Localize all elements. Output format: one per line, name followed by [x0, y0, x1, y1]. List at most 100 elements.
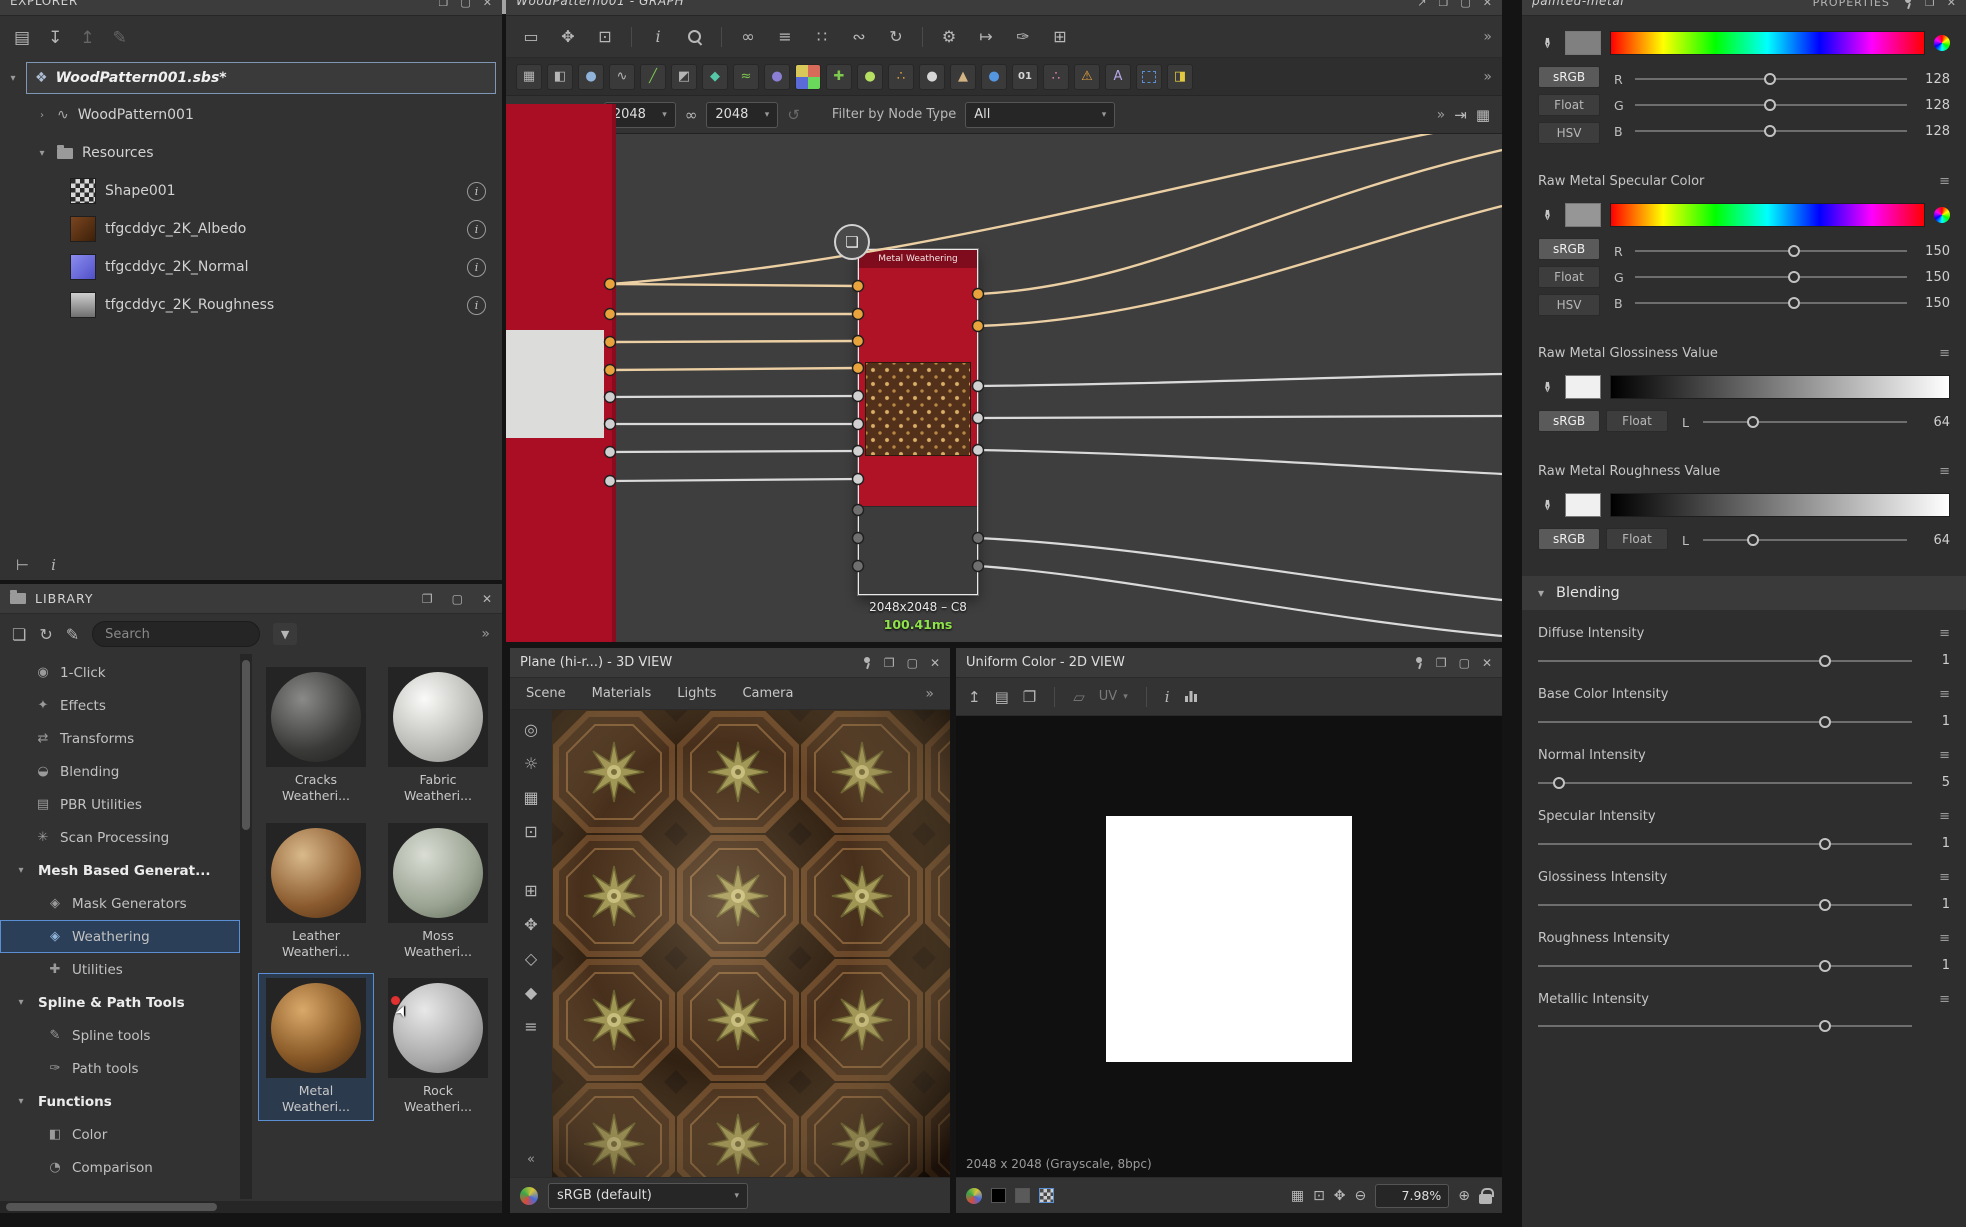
- float-window-icon[interactable]: ❐: [422, 592, 433, 606]
- grayscale-gradient-bar[interactable]: [1610, 375, 1950, 399]
- graph-canvas[interactable]: Metal Weathering ❏ 2048x2048 – C8 100.41…: [506, 134, 1502, 642]
- info-icon[interactable]: i: [467, 220, 486, 239]
- channel-slider[interactable]: [1635, 124, 1907, 138]
- category-scan-processing[interactable]: ✳Scan Processing: [0, 821, 240, 854]
- slider-handle[interactable]: [1819, 1020, 1831, 1032]
- category-effects[interactable]: ✦Effects: [0, 689, 240, 722]
- layout-graph-icon[interactable]: ∷: [807, 22, 837, 52]
- category-spline-tools[interactable]: ✎Spline tools: [0, 1019, 240, 1052]
- slider-handle[interactable]: [1819, 838, 1831, 850]
- parameter-menu-icon[interactable]: ≡: [1939, 809, 1950, 824]
- hsv-mode-button[interactable]: HSV: [1538, 294, 1600, 316]
- category-mask-generators[interactable]: ◈Mask Generators: [0, 887, 240, 920]
- detach-window-icon[interactable]: ↗: [1417, 0, 1426, 9]
- category-group-mesh-based[interactable]: ▾Mesh Based Generat...: [0, 854, 240, 887]
- slider-handle[interactable]: [1819, 960, 1831, 972]
- category-group-spline-path[interactable]: ▾Spline & Path Tools: [0, 986, 240, 1019]
- connect-nodes-icon[interactable]: ∾: [844, 22, 874, 52]
- close-window-icon[interactable]: ✕: [1483, 0, 1492, 9]
- pin-icon[interactable]: [1413, 657, 1424, 669]
- uv-grid-icon[interactable]: ⊞: [524, 881, 537, 900]
- colorspace-select[interactable]: sRGB (default): [548, 1183, 748, 1209]
- channel-slider[interactable]: [1703, 415, 1907, 429]
- export-icon[interactable]: ↥: [80, 28, 94, 48]
- node-info-icon[interactable]: i: [643, 22, 673, 52]
- category-path-tools[interactable]: ✑Path tools: [0, 1052, 240, 1085]
- display-settings-icon[interactable]: ⊡: [524, 822, 537, 841]
- hue-gradient-bar[interactable]: [1610, 203, 1925, 227]
- category-group-functions[interactable]: ▾Functions: [0, 1085, 240, 1118]
- color-wheel-icon[interactable]: [1934, 207, 1950, 223]
- align-nodes-icon[interactable]: ≡: [770, 22, 800, 52]
- material-icon[interactable]: [520, 1187, 538, 1205]
- tree-item-graph[interactable]: › ∿ WoodPattern001: [0, 96, 502, 134]
- float-mode-button[interactable]: Float: [1606, 528, 1668, 550]
- slider-track[interactable]: [1538, 1019, 1912, 1033]
- refresh-icon[interactable]: ↻: [39, 625, 52, 644]
- package-row[interactable]: ▾ ❖ WoodPattern001.sbs*: [6, 60, 496, 96]
- save-icon[interactable]: ▤: [14, 28, 30, 48]
- slider-track[interactable]: [1538, 837, 1912, 851]
- import-icon[interactable]: ↧: [48, 28, 62, 48]
- slider-handle[interactable]: [1747, 416, 1759, 428]
- library-titlebar[interactable]: LIBRARY ❐ ▢ ✕: [0, 584, 502, 614]
- close-window-icon[interactable]: ✕: [1482, 656, 1492, 670]
- parameter-menu-icon[interactable]: ≡: [1939, 174, 1950, 189]
- geometry-icon[interactable]: ◆: [525, 983, 537, 1002]
- 3d-viewport[interactable]: [552, 710, 950, 1177]
- text-node-icon[interactable]: A: [1105, 64, 1131, 90]
- category-color[interactable]: ◧Color: [0, 1118, 240, 1151]
- zoom-level-input[interactable]: [1375, 1184, 1449, 1208]
- spline-scatter-node-icon[interactable]: ∴: [1043, 64, 1069, 90]
- lock-zoom-icon[interactable]: [1479, 1194, 1492, 1204]
- eyedropper-icon[interactable]: ✒: [1538, 496, 1556, 514]
- category-1-click[interactable]: ◉1-Click: [0, 656, 240, 689]
- export-outputs-icon[interactable]: ↦: [971, 22, 1001, 52]
- category-transforms[interactable]: ⇄Transforms: [0, 722, 240, 755]
- slider-handle[interactable]: [1819, 716, 1831, 728]
- float-window-icon[interactable]: ❐: [884, 656, 895, 670]
- parameter-menu-icon[interactable]: ≡: [1939, 748, 1950, 763]
- maximize-window-icon[interactable]: ▢: [1460, 0, 1470, 9]
- hsl-node-icon[interactable]: ≈: [733, 64, 759, 90]
- float-window-icon[interactable]: ❐: [1925, 0, 1935, 9]
- zoom-in-icon[interactable]: ⊕: [1458, 1188, 1470, 1204]
- grid-snap-icon[interactable]: ⊞: [1045, 22, 1075, 52]
- overflow-chevrons-icon[interactable]: »: [1437, 107, 1446, 123]
- maximize-window-icon[interactable]: ▢: [452, 592, 463, 606]
- parameter-menu-icon[interactable]: ≡: [1939, 346, 1950, 361]
- color-swatch[interactable]: [1565, 203, 1601, 227]
- channel-slider[interactable]: [1635, 296, 1907, 310]
- info-icon[interactable]: i: [467, 258, 486, 277]
- channel-slider[interactable]: [1635, 98, 1907, 112]
- color-wheel-icon[interactable]: [1934, 35, 1950, 51]
- pin-icon[interactable]: [1902, 0, 1913, 9]
- eyedropper-icon[interactable]: ✒: [1538, 206, 1556, 224]
- expand-caret-icon[interactable]: ›: [36, 110, 48, 121]
- overflow-chevrons-icon[interactable]: »: [1483, 29, 1492, 45]
- 3d-view-titlebar[interactable]: Plane (hi-r...) - 3D VIEW ❐ ▢ ✕: [510, 648, 950, 678]
- asset-leather-weathering[interactable]: LeatherWeatheri...: [258, 818, 374, 966]
- slider-handle[interactable]: [1788, 245, 1800, 257]
- tree-item-resources[interactable]: ▾ Resources: [0, 134, 502, 172]
- slider-track[interactable]: [1538, 654, 1912, 668]
- pin-icon[interactable]: [861, 657, 872, 669]
- menu-materials[interactable]: Materials: [592, 686, 652, 701]
- information-icon[interactable]: i: [1165, 688, 1170, 706]
- close-window-icon[interactable]: ✕: [1947, 0, 1956, 9]
- background-checker-swatch[interactable]: [1039, 1188, 1054, 1203]
- srgb-mode-button[interactable]: sRGB: [1538, 238, 1600, 260]
- bitmap-node-icon[interactable]: ▦: [516, 64, 542, 90]
- channel-slider[interactable]: [1703, 533, 1907, 547]
- blending-section-header[interactable]: ▾ Blending: [1522, 576, 1966, 610]
- parameter-menu-icon[interactable]: ≡: [1939, 464, 1950, 479]
- parameter-menu-icon[interactable]: ≡: [1939, 931, 1950, 946]
- 2d-view-canvas[interactable]: 2048 x 2048 (Grayscale, 8bpc): [956, 716, 1502, 1177]
- copy-image-icon[interactable]: ❐: [1023, 688, 1036, 706]
- grayscale-node-icon[interactable]: ●: [919, 64, 945, 90]
- output-size-select[interactable]: 2048: [706, 102, 778, 128]
- slider-handle[interactable]: [1788, 271, 1800, 283]
- slider-handle[interactable]: [1819, 655, 1831, 667]
- library-horizontal-scrollbar[interactable]: [0, 1201, 502, 1213]
- tile-sampler-node-icon[interactable]: [795, 64, 821, 90]
